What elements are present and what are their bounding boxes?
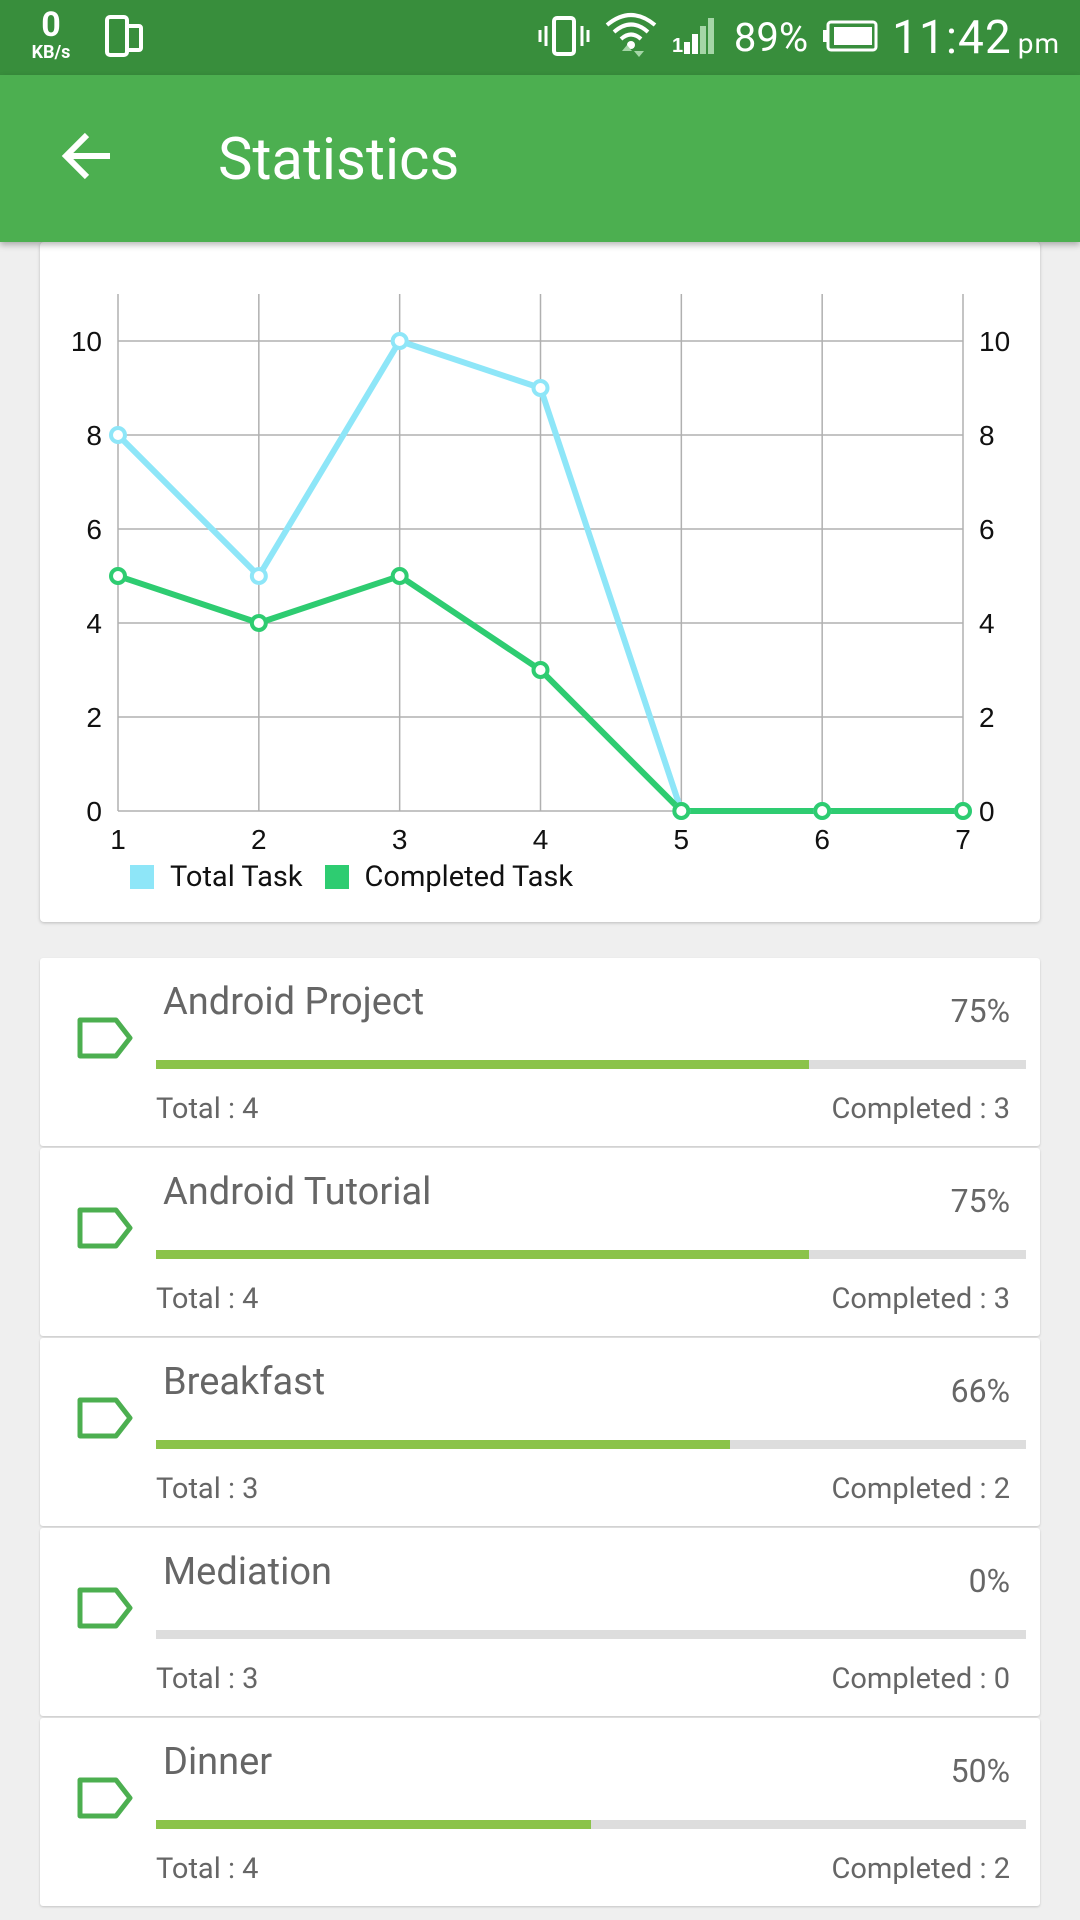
legend-label: Total Task bbox=[170, 860, 303, 894]
dual-screen-icon bbox=[104, 14, 146, 64]
project-total: Total : 4 bbox=[156, 1092, 259, 1126]
line-chart: 0 0 2 2 4 4 6 6 8 8 10 10 1 2 3 4 5 6 7 bbox=[71, 294, 1010, 852]
battery-icon bbox=[822, 20, 878, 56]
label-tag-icon bbox=[76, 1206, 134, 1254]
net-speed-unit: KB/s bbox=[31, 42, 71, 63]
y-tick-label-right: 0 bbox=[979, 796, 995, 827]
progress-fill bbox=[156, 1440, 731, 1449]
project-name: Android Project bbox=[163, 980, 425, 1024]
x-tick-label: 5 bbox=[674, 824, 690, 852]
project-name: Breakfast bbox=[163, 1360, 326, 1404]
data-point bbox=[813, 802, 832, 820]
data-point bbox=[390, 332, 409, 350]
project-completed: Completed : 2 bbox=[831, 1472, 1011, 1506]
y-tick-label-left: 2 bbox=[86, 702, 102, 733]
page-title: Statistics bbox=[218, 126, 460, 194]
legend-swatch bbox=[130, 865, 154, 889]
svg-text:1: 1 bbox=[672, 35, 683, 56]
data-point bbox=[531, 661, 550, 679]
chart-legend: Total Task Completed Task bbox=[130, 860, 595, 894]
legend-item: Total Task bbox=[130, 860, 303, 894]
y-tick-label-right: 4 bbox=[979, 608, 995, 639]
legend-item: Completed Task bbox=[324, 860, 574, 894]
net-speed-value: 0 bbox=[41, 5, 61, 45]
y-tick-label-left: 6 bbox=[86, 514, 102, 545]
y-tick-label-left: 8 bbox=[86, 420, 102, 451]
project-list: Android Project 75% Total : 4 Completed … bbox=[40, 958, 1040, 1908]
project-name: Android Tutorial bbox=[163, 1170, 432, 1214]
project-total: Total : 4 bbox=[156, 1852, 259, 1886]
battery-percent: 89% bbox=[733, 14, 809, 61]
status-bar: 0 KB/s 1 89% 11:42 pm bbox=[0, 0, 1080, 75]
data-point bbox=[249, 614, 268, 632]
label-tag-icon bbox=[76, 1586, 134, 1634]
list-item[interactable]: Dinner 50% Total : 4 Completed : 2 bbox=[40, 1718, 1040, 1906]
project-completed: Completed : 3 bbox=[831, 1282, 1011, 1316]
y-tick-label-left: 0 bbox=[86, 796, 102, 827]
clock-ampm: pm bbox=[1017, 26, 1060, 60]
x-tick-label: 1 bbox=[110, 824, 126, 852]
signal-icon: 1 bbox=[672, 16, 716, 60]
progress-bar bbox=[156, 1440, 1026, 1449]
chart-card: 0 0 2 2 4 4 6 6 8 8 10 10 1 2 3 4 5 6 7 Total Task Complete… bbox=[40, 242, 1040, 922]
list-item[interactable]: Android Tutorial 75% Total : 4 Completed… bbox=[40, 1148, 1040, 1336]
list-item[interactable]: Mediation 0% Total : 3 Completed : 0 bbox=[40, 1528, 1040, 1716]
progress-fill bbox=[156, 1820, 591, 1829]
progress-fill bbox=[156, 1060, 809, 1069]
x-tick-label: 3 bbox=[392, 824, 408, 852]
y-tick-label-right: 10 bbox=[979, 326, 1010, 357]
project-total: Total : 4 bbox=[156, 1282, 259, 1316]
data-point bbox=[531, 379, 550, 397]
y-tick-label-right: 8 bbox=[979, 420, 995, 451]
y-tick-label-left: 4 bbox=[86, 608, 102, 639]
label-tag-icon bbox=[76, 1776, 134, 1824]
list-item[interactable]: Breakfast 66% Total : 3 Completed : 2 bbox=[40, 1338, 1040, 1526]
project-percent: 0% bbox=[968, 1562, 1010, 1600]
wifi-icon bbox=[604, 11, 658, 65]
x-tick-label: 7 bbox=[955, 824, 971, 852]
legend-label: Completed Task bbox=[364, 860, 574, 894]
data-point bbox=[672, 802, 691, 820]
label-tag-icon bbox=[76, 1396, 134, 1444]
project-completed: Completed : 2 bbox=[831, 1852, 1011, 1886]
label-tag-icon bbox=[76, 1016, 134, 1064]
list-item[interactable]: Android Project 75% Total : 4 Completed … bbox=[40, 958, 1040, 1146]
legend-swatch bbox=[324, 865, 349, 889]
arrow-back-icon bbox=[60, 131, 114, 185]
y-tick-label-right: 6 bbox=[979, 514, 995, 545]
x-tick-label: 2 bbox=[251, 824, 267, 852]
project-name: Dinner bbox=[163, 1740, 273, 1784]
progress-bar bbox=[156, 1820, 1026, 1829]
network-speed-indicator: 0 KB/s bbox=[22, 8, 80, 62]
y-tick-label-right: 2 bbox=[979, 702, 995, 733]
project-completed: Completed : 3 bbox=[831, 1092, 1011, 1126]
app-bar: Statistics bbox=[0, 75, 1080, 242]
progress-bar bbox=[156, 1630, 1026, 1639]
vibrate-icon bbox=[538, 14, 590, 62]
x-tick-label: 6 bbox=[814, 824, 830, 852]
project-percent: 75% bbox=[950, 992, 1010, 1030]
project-percent: 66% bbox=[950, 1372, 1010, 1410]
project-percent: 50% bbox=[950, 1752, 1010, 1790]
progress-bar bbox=[156, 1250, 1026, 1259]
project-total: Total : 3 bbox=[156, 1662, 259, 1696]
progress-bar bbox=[156, 1060, 1026, 1069]
back-button[interactable] bbox=[44, 115, 130, 201]
clock-time: 11:42 bbox=[892, 10, 1012, 65]
project-name: Mediation bbox=[163, 1550, 332, 1594]
y-tick-label-left: 10 bbox=[71, 326, 102, 357]
clock: 11:42 pm bbox=[892, 11, 1060, 65]
data-point bbox=[109, 567, 127, 585]
project-total: Total : 3 bbox=[156, 1472, 259, 1506]
project-completed: Completed : 0 bbox=[831, 1662, 1011, 1696]
progress-fill bbox=[156, 1250, 809, 1259]
data-point bbox=[109, 426, 127, 444]
data-point bbox=[954, 802, 972, 820]
data-point bbox=[249, 567, 268, 585]
project-percent: 75% bbox=[950, 1182, 1010, 1220]
x-tick-label: 4 bbox=[533, 824, 549, 852]
data-point bbox=[390, 567, 409, 585]
